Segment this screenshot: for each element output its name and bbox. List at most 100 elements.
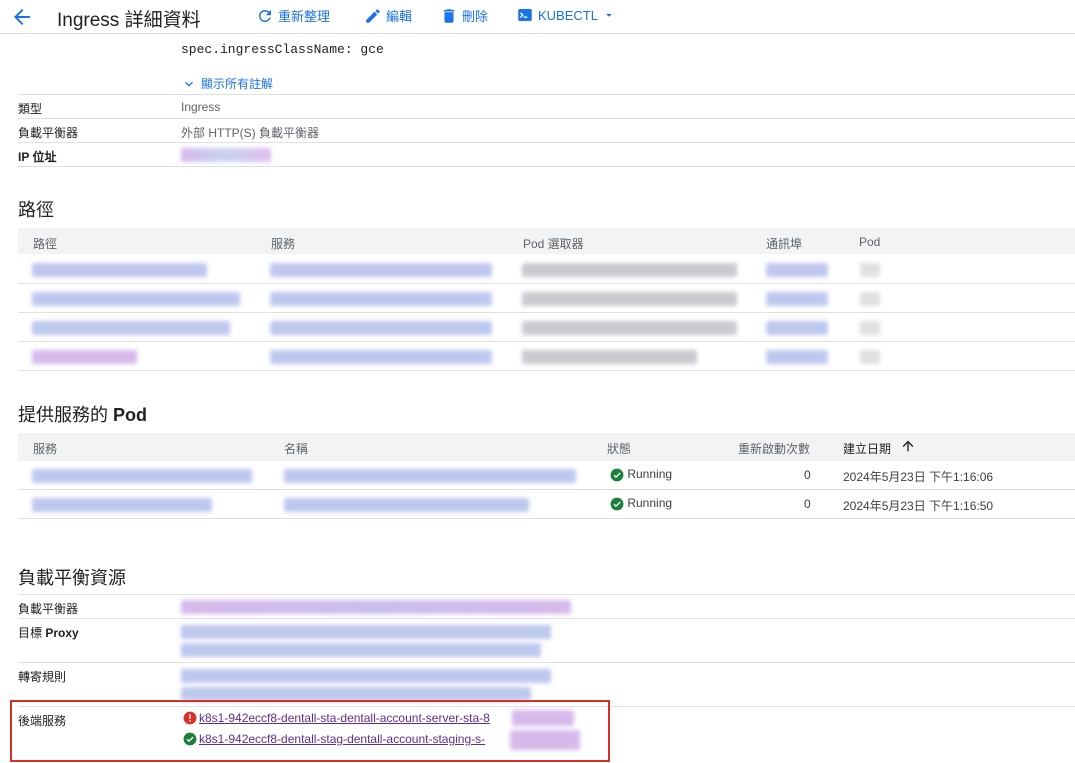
redacted-link[interactable] bbox=[181, 687, 531, 701]
kubectl-menu-button[interactable]: KUBECTL bbox=[516, 6, 616, 24]
table-row: Running 0 2024年5月23日 下午1:16:50 bbox=[18, 490, 1075, 519]
check-circle-icon bbox=[610, 497, 624, 511]
pods-col-status: 狀態 bbox=[607, 442, 632, 456]
pods-col-name: 名稱 bbox=[284, 442, 309, 456]
pod-status-label: Running bbox=[627, 496, 673, 510]
redacted-link[interactable] bbox=[181, 600, 571, 614]
pod-status-1: Running bbox=[610, 467, 672, 482]
check-circle-icon bbox=[610, 468, 624, 482]
pods-col-service: 服務 bbox=[33, 442, 58, 456]
top-toolbar: Ingress 詳細資料 重新整理 編輯 刪除 KUBECTL bbox=[0, 0, 1075, 34]
target-proxy-label: 目標 Proxy bbox=[18, 624, 79, 641]
terminal-icon bbox=[518, 9, 532, 21]
delete-label: 刪除 bbox=[462, 9, 489, 24]
table-row bbox=[18, 342, 1075, 371]
refresh-label: 重新整理 bbox=[278, 9, 331, 24]
pod-status-2: Running bbox=[610, 496, 672, 511]
redacted-cell bbox=[860, 292, 880, 306]
paths-table-header: 路徑 服務 Pod 選取器 通訊埠 Pod bbox=[18, 228, 1075, 254]
lb-resource-lb-label: 負載平衡器 bbox=[18, 602, 79, 616]
back-arrow-icon[interactable] bbox=[10, 5, 34, 29]
redacted-cell bbox=[270, 263, 492, 277]
lb-resource-row-target-proxy: 目標 Proxy bbox=[18, 619, 1075, 663]
annotation-spec-line: spec.ingressClassName: gce bbox=[181, 42, 384, 57]
pencil-icon bbox=[366, 8, 380, 23]
edit-label: 編輯 bbox=[386, 9, 413, 24]
redacted-cell bbox=[766, 321, 828, 335]
pods-table-header: 服務 名稱 狀態 重新啟動次數 建立日期 bbox=[18, 433, 1075, 461]
caret-down-icon bbox=[606, 13, 612, 17]
load-balancer-value: 外部 HTTP(S) 負載平衡器 bbox=[181, 126, 319, 140]
show-all-annotations-label: 顯示所有註解 bbox=[201, 77, 274, 91]
redacted-cell bbox=[32, 469, 252, 483]
type-value: Ingress bbox=[181, 100, 221, 114]
redacted-cell bbox=[766, 263, 828, 277]
kubectl-label: KUBECTL bbox=[538, 7, 598, 23]
redacted-link[interactable] bbox=[181, 669, 551, 683]
redacted-link[interactable] bbox=[181, 643, 541, 657]
redacted-cell bbox=[32, 350, 137, 364]
redacted-cell bbox=[860, 350, 880, 364]
redacted-cell bbox=[766, 350, 828, 364]
delete-button[interactable]: 刪除 bbox=[440, 6, 488, 25]
trash-icon bbox=[443, 8, 455, 23]
type-label: 類型 bbox=[18, 102, 43, 116]
redacted-link[interactable] bbox=[181, 625, 551, 639]
detail-row-type: 類型 Ingress bbox=[18, 94, 1075, 119]
pod-restarts: 0 bbox=[804, 468, 811, 482]
redacted-cell bbox=[522, 263, 737, 277]
redacted-cell bbox=[522, 292, 737, 306]
ip-label: IP 位址 bbox=[18, 150, 57, 164]
pod-created: 2024年5月23日 下午1:16:06 bbox=[843, 470, 994, 484]
target-proxy-label-prefix: 目標 bbox=[18, 626, 46, 640]
pod-status-label: Running bbox=[627, 467, 673, 481]
paths-col-pod-selector: Pod 選取器 bbox=[523, 237, 584, 251]
redacted-cell bbox=[32, 263, 207, 277]
forwarding-rule-label: 轉寄規則 bbox=[18, 670, 67, 684]
redacted-cell bbox=[270, 350, 492, 364]
show-all-annotations-toggle[interactable]: 顯示所有註解 bbox=[181, 75, 273, 92]
redacted-cell bbox=[860, 321, 880, 335]
lb-resource-row-load-balancer: 負載平衡器 bbox=[18, 594, 1075, 619]
redacted-cell bbox=[860, 263, 880, 277]
redacted-cell bbox=[270, 321, 492, 335]
serving-pods-heading: 提供服務的 Pod bbox=[18, 401, 147, 427]
redacted-cell bbox=[284, 469, 576, 483]
refresh-button[interactable]: 重新整理 bbox=[256, 6, 330, 25]
target-proxy-label-bold: Proxy bbox=[45, 626, 79, 640]
redacted-cell bbox=[522, 321, 737, 335]
highlight-box bbox=[10, 700, 610, 762]
redacted-cell bbox=[284, 498, 529, 512]
paths-col-pod: Pod bbox=[859, 235, 881, 249]
pod-restarts: 0 bbox=[804, 497, 811, 511]
refresh-icon bbox=[258, 9, 271, 22]
redacted-cell bbox=[32, 321, 230, 335]
detail-row-ip: IP 位址 bbox=[18, 143, 1075, 167]
paths-col-path: 路徑 bbox=[33, 237, 58, 251]
ip-value-redacted bbox=[181, 148, 271, 162]
redacted-cell bbox=[32, 498, 212, 512]
paths-col-port: 通訊埠 bbox=[766, 237, 803, 251]
pods-col-created[interactable]: 建立日期 bbox=[843, 440, 891, 457]
paths-col-service: 服務 bbox=[271, 237, 296, 251]
pod-created: 2024年5月23日 下午1:16:50 bbox=[843, 499, 994, 513]
chevron-down-icon bbox=[185, 81, 193, 87]
lb-resources-heading: 負載平衡資源 bbox=[18, 568, 126, 588]
table-row bbox=[18, 284, 1075, 313]
redacted-cell bbox=[766, 292, 828, 306]
redacted-cell bbox=[32, 292, 240, 306]
serving-pods-heading-bold: Pod bbox=[113, 405, 148, 425]
table-row bbox=[18, 313, 1075, 342]
pods-col-restarts: 重新啟動次數 bbox=[738, 442, 811, 456]
paths-heading: 路徑 bbox=[18, 200, 54, 220]
table-row: Running 0 2024年5月23日 下午1:16:06 bbox=[18, 461, 1075, 490]
serving-pods-heading-prefix: 提供服務的 bbox=[18, 405, 114, 425]
redacted-cell bbox=[522, 350, 697, 364]
redacted-cell bbox=[270, 292, 492, 306]
edit-button[interactable]: 編輯 bbox=[364, 6, 412, 25]
page-title: Ingress 詳細資料 bbox=[57, 10, 201, 31]
load-balancer-label: 負載平衡器 bbox=[18, 126, 79, 140]
table-row bbox=[18, 254, 1075, 284]
sort-arrow-up-icon[interactable] bbox=[900, 438, 916, 454]
detail-row-load-balancer: 負載平衡器 外部 HTTP(S) 負載平衡器 bbox=[18, 119, 1075, 143]
